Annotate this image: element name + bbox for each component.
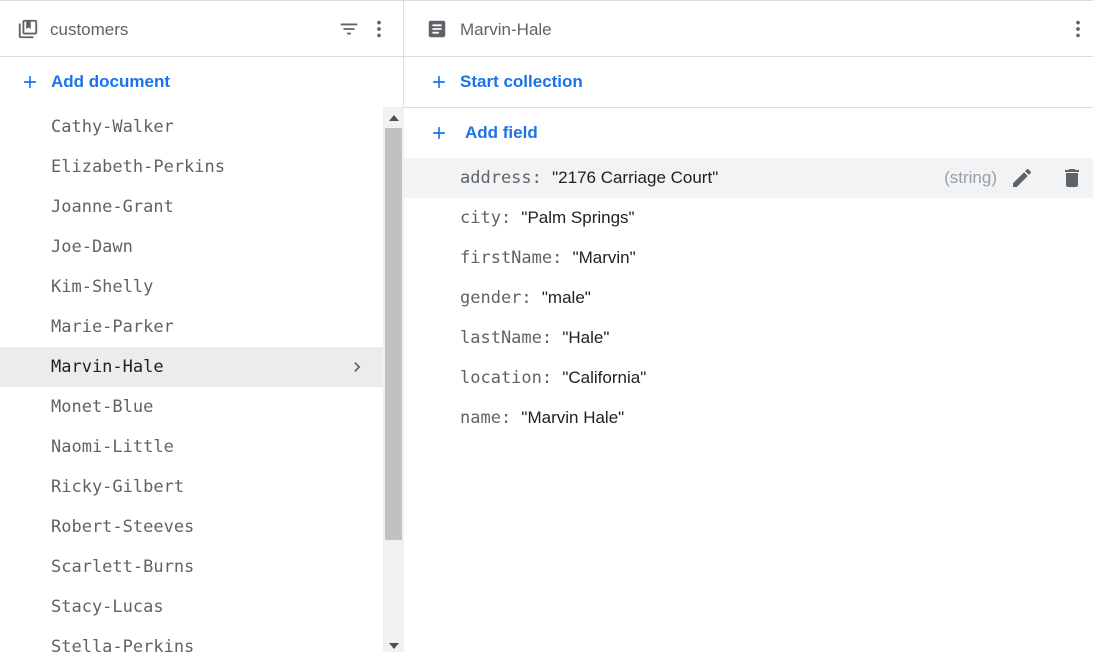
trash-icon[interactable] bbox=[1060, 166, 1084, 190]
field-value: "Marvin Hale" bbox=[521, 408, 625, 427]
document-icon bbox=[426, 18, 448, 40]
collection-title: customers bbox=[50, 20, 129, 39]
field-value: "2176 Carriage Court" bbox=[552, 168, 719, 187]
collection-panel: customers Add document Cathy-Walker Eliz… bbox=[0, 1, 404, 652]
field-row-location[interactable]: location: "California" bbox=[404, 358, 1093, 398]
document-item-monet-blue[interactable]: Monet-Blue bbox=[0, 387, 383, 427]
field-row-lastname[interactable]: lastName: "Hale" bbox=[404, 318, 1093, 358]
field-value: "male" bbox=[541, 288, 591, 307]
field-row-address[interactable]: address: "2176 Carriage Court" (string) bbox=[404, 158, 1093, 198]
field-value: "Marvin" bbox=[572, 248, 636, 267]
more-vert-icon[interactable] bbox=[367, 17, 391, 41]
pencil-icon[interactable] bbox=[1010, 166, 1034, 190]
field-row-name[interactable]: name: "Marvin Hale" bbox=[404, 398, 1093, 438]
filter-icon[interactable] bbox=[337, 17, 361, 41]
document-title: Marvin-Hale bbox=[460, 20, 552, 39]
plus-icon bbox=[433, 127, 445, 139]
firestore-data-viewer: customers Add document Cathy-Walker Eliz… bbox=[0, 0, 1093, 652]
start-collection-button[interactable]: Start collection bbox=[404, 57, 1093, 107]
add-document-label: Add document bbox=[51, 72, 170, 91]
scroll-down-arrow-icon[interactable] bbox=[383, 637, 404, 652]
field-key: gender: bbox=[460, 288, 542, 308]
document-item-robert-steeves[interactable]: Robert-Steeves bbox=[0, 507, 383, 547]
field-key: location: bbox=[460, 368, 563, 388]
field-key: address: bbox=[460, 168, 553, 188]
document-item-label: Marvin-Hale bbox=[51, 357, 164, 377]
field-row-firstname[interactable]: firstName: "Marvin" bbox=[404, 238, 1093, 278]
collection-header: customers bbox=[0, 1, 403, 57]
field-value: "Hale" bbox=[562, 328, 610, 347]
document-item-ricky-gilbert[interactable]: Ricky-Gilbert bbox=[0, 467, 383, 507]
field-row-gender[interactable]: gender: "male" bbox=[404, 278, 1093, 318]
scroll-up-arrow-icon[interactable] bbox=[383, 109, 404, 127]
document-item-scarlett-burns[interactable]: Scarlett-Burns bbox=[0, 547, 383, 587]
document-item-marvin-hale[interactable]: Marvin-Hale bbox=[0, 347, 383, 387]
document-item-cathy-walker[interactable]: Cathy-Walker bbox=[0, 107, 383, 147]
add-document-button[interactable]: Add document bbox=[0, 57, 403, 107]
collection-stack-icon bbox=[17, 18, 39, 40]
add-field-label: Add field bbox=[465, 123, 538, 142]
document-item-elizabeth-perkins[interactable]: Elizabeth-Perkins bbox=[0, 147, 383, 187]
document-item-kim-shelly[interactable]: Kim-Shelly bbox=[0, 267, 383, 307]
chevron-right-icon bbox=[354, 362, 361, 372]
document-item-joanne-grant[interactable]: Joanne-Grant bbox=[0, 187, 383, 227]
document-header: Marvin-Hale bbox=[404, 1, 1093, 57]
document-panel: Marvin-Hale Start collection Add field a… bbox=[404, 1, 1093, 652]
add-field-button[interactable]: Add field bbox=[404, 108, 1093, 158]
document-item-joe-dawn[interactable]: Joe-Dawn bbox=[0, 227, 383, 267]
document-list: Cathy-Walker Elizabeth-Perkins Joanne-Gr… bbox=[0, 107, 383, 652]
plus-icon bbox=[24, 76, 36, 88]
document-item-stella-perkins[interactable]: Stella-Perkins bbox=[0, 627, 383, 652]
start-collection-label: Start collection bbox=[460, 72, 583, 91]
field-key: city: bbox=[460, 208, 522, 228]
document-item-stacy-lucas[interactable]: Stacy-Lucas bbox=[0, 587, 383, 627]
field-value: "California" bbox=[562, 368, 647, 387]
document-item-marie-parker[interactable]: Marie-Parker bbox=[0, 307, 383, 347]
document-item-naomi-little[interactable]: Naomi-Little bbox=[0, 427, 383, 467]
document-list-scrollbar[interactable] bbox=[383, 107, 404, 652]
more-vert-icon[interactable] bbox=[1066, 17, 1090, 41]
plus-icon bbox=[433, 76, 445, 88]
field-row-city[interactable]: city: "Palm Springs" bbox=[404, 198, 1093, 238]
field-key: name: bbox=[460, 408, 522, 428]
scroll-thumb[interactable] bbox=[385, 128, 402, 540]
field-key: lastName: bbox=[460, 328, 563, 348]
field-key: firstName: bbox=[460, 248, 573, 268]
field-value: "Palm Springs" bbox=[521, 208, 635, 227]
field-type: (string) bbox=[944, 168, 997, 187]
